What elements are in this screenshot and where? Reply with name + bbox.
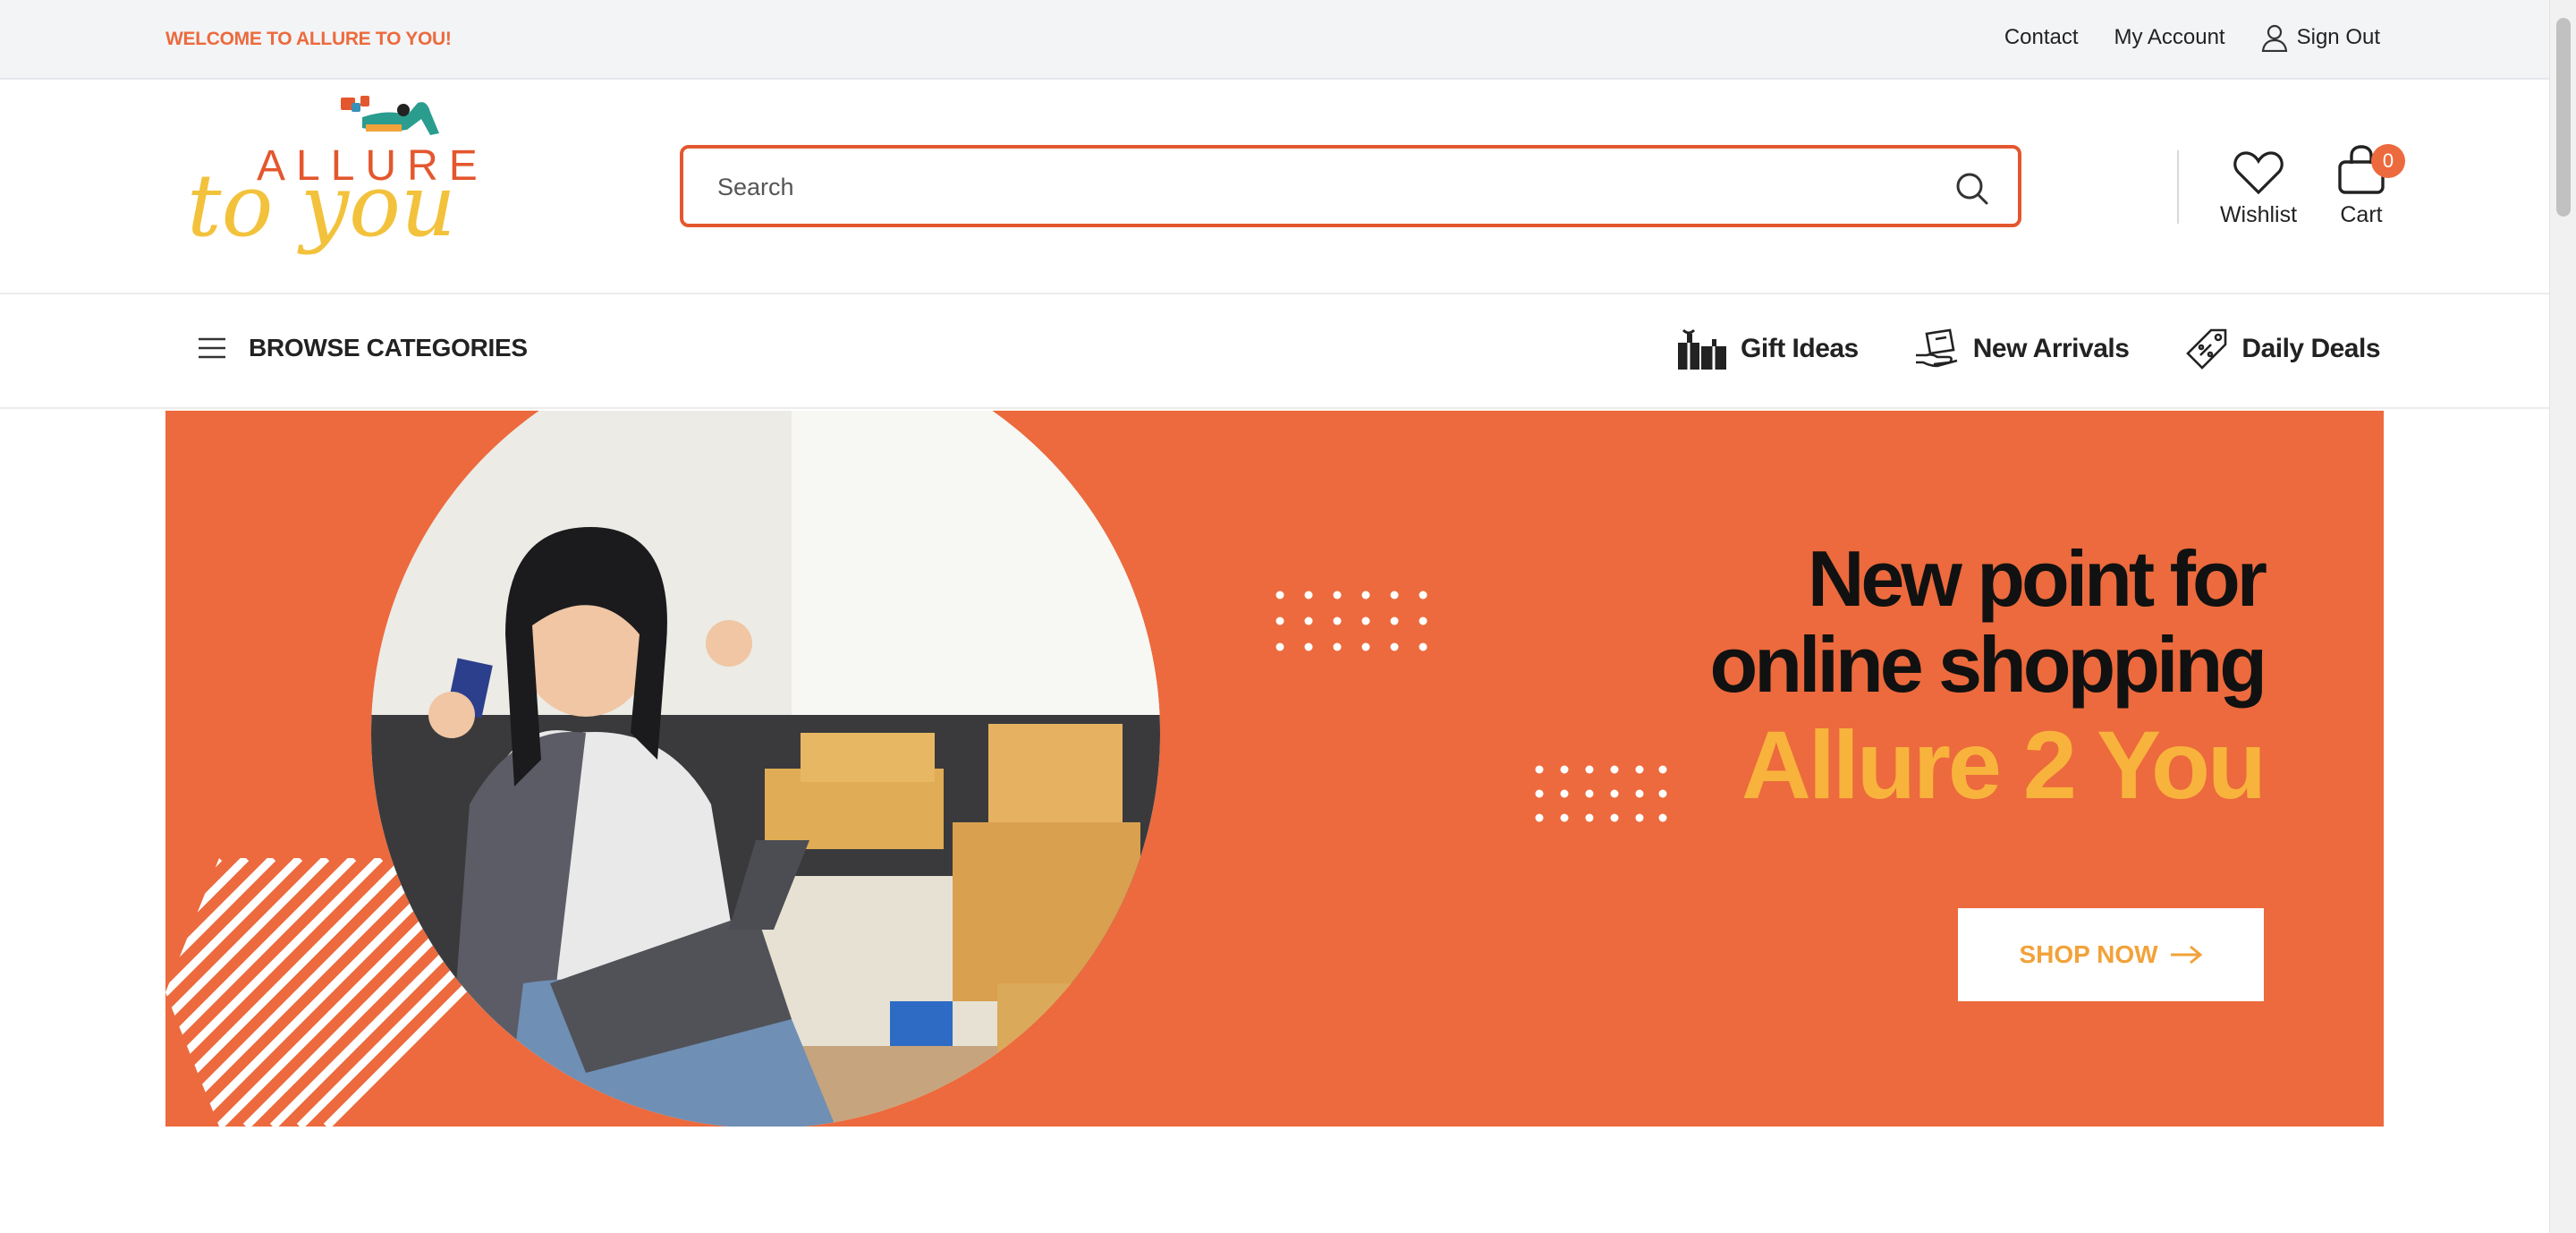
search-input[interactable] [717,168,1898,206]
category-nav: BROWSE CATEGORIES Gift Ideas New Arrival… [0,294,2549,409]
my-account-link[interactable]: My Account [2114,25,2225,50]
hero-line-2: online shopping [1709,620,2267,709]
browse-categories-button[interactable]: BROWSE CATEGORIES [199,334,528,362]
hero-line-3: Allure 2 You [1741,710,2267,819]
header-divider [2177,150,2179,224]
page-scrollbar[interactable] [2549,0,2576,1233]
cart-label: Cart [2340,202,2383,227]
wishlist-label: Wishlist [2219,202,2298,227]
cart-button[interactable]: Cart 0 [2330,144,2405,228]
search-icon[interactable] [1953,170,1989,206]
sign-out-label: Sign Out [2296,25,2380,49]
hamburger-menu-icon [199,337,225,359]
nav-daily-deals[interactable]: Daily Deals [2184,327,2380,371]
allure-to-you-logo[interactable]: ALLURE to you [183,92,479,287]
sign-out-link[interactable]: Sign Out [2261,23,2380,52]
decorative-dots-top [1275,591,1428,651]
user-icon [2261,24,2287,52]
hero-line-1: New point for [1807,534,2267,623]
nav-gift-ideas[interactable]: Gift Ideas [1676,327,1859,371]
nav-links: Gift Ideas New Arrivals Daily Deals [1676,327,2380,371]
site-header: ALLURE to you Wishlist Cart 0 [0,80,2549,294]
cart-count-badge: 0 [2371,144,2405,178]
top-links: Contact My Account Sign Out [2004,23,2380,52]
contact-link[interactable]: Contact [2004,25,2079,50]
price-tag-icon [2186,328,2227,370]
search-bar [680,145,2021,227]
scrollbar-thumb[interactable] [2556,18,2571,217]
new-arrivals-label: New Arrivals [1972,334,2130,363]
heart-icon [2233,151,2284,195]
nav-new-arrivals[interactable]: New Arrivals [1914,328,2130,370]
gift-ideas-label: Gift Ideas [1741,334,1859,363]
logo-illustration [341,96,439,135]
shop-now-label: SHOP NOW [2019,940,2158,968]
shop-now-button[interactable]: SHOP NOW [1958,908,2264,1001]
hero-headline: New point for online shopping Allure 2 Y… [1709,534,2267,822]
top-bar: WELCOME TO ALLURE TO YOU! Contact My Acc… [0,0,2549,80]
gift-icon [1678,328,1727,370]
wishlist-button[interactable]: Wishlist [2218,149,2299,228]
arrow-right-icon [2170,945,2202,965]
welcome-message: WELCOME TO ALLURE TO YOU! [165,29,452,49]
daily-deals-label: Daily Deals [2241,334,2380,363]
browse-categories-label: BROWSE CATEGORIES [249,334,528,361]
delivery-icon [1915,328,1958,368]
decorative-dots-bottom [1535,765,1667,822]
hero-banner: New point for online shopping Allure 2 Y… [165,411,2384,1127]
logo-to-you-text: to you [187,156,456,256]
